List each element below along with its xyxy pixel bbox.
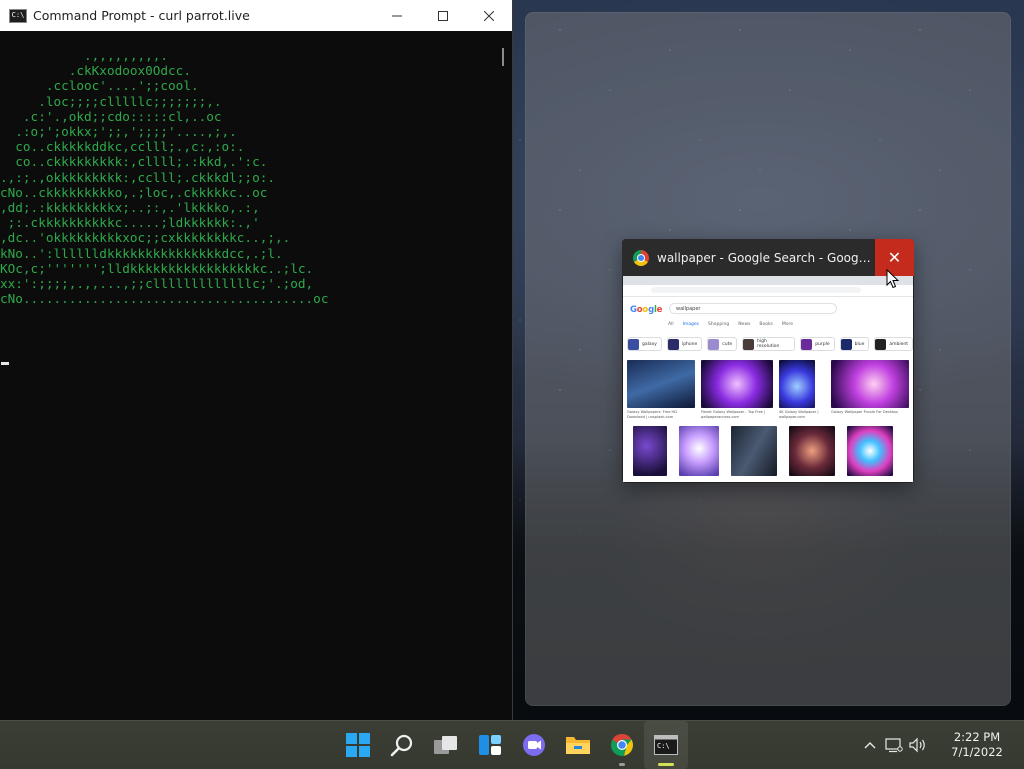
cmd-window-title: Command Prompt - curl parrot.live xyxy=(33,8,250,23)
mouse-cursor-icon xyxy=(886,269,900,289)
maximize-button[interactable] xyxy=(420,0,466,31)
preview-suggestion-chips: galaxy iphone cute high resolution purpl… xyxy=(627,337,913,351)
preview-tab: News xyxy=(738,322,751,327)
taskbar: C:\ 2:22 PM 7/1/2022 xyxy=(0,720,1024,769)
preview-image-result xyxy=(731,426,777,476)
preview-image-result xyxy=(633,426,667,476)
clock-time: 2:22 PM xyxy=(953,730,1001,744)
preview-tab: All xyxy=(668,322,674,327)
command-prompt-window[interactable]: C:\ Command Prompt - curl parrot.live .,… xyxy=(0,0,513,720)
console-cursor xyxy=(1,362,9,365)
search-icon xyxy=(390,734,413,757)
widgets-icon xyxy=(479,735,501,755)
preview-tab: More xyxy=(781,322,794,327)
close-icon xyxy=(484,10,494,21)
minimize-button[interactable] xyxy=(374,0,420,31)
running-indicator xyxy=(619,763,625,766)
cmd-scrollbar-thumb[interactable] xyxy=(502,48,504,66)
command-prompt-taskbar-button[interactable]: C:\ xyxy=(644,721,688,769)
cmd-titlebar[interactable]: C:\ Command Prompt - curl parrot.live xyxy=(0,0,512,31)
preview-tab: Books xyxy=(759,322,773,327)
start-button[interactable] xyxy=(336,721,380,769)
preview-image-result: Galaxy Wallpapers: Free HD Download | un… xyxy=(627,360,696,420)
maximize-icon xyxy=(438,10,448,21)
file-explorer-button[interactable] xyxy=(556,721,600,769)
preview-image-result xyxy=(847,426,893,476)
windows-logo-icon xyxy=(346,733,370,757)
widgets-button[interactable] xyxy=(468,721,512,769)
preview-search-tabs: All Images Shopping News Books More xyxy=(668,322,793,330)
google-logo: Google xyxy=(630,305,663,315)
snap-assist-chrome-window[interactable]: wallpaper - Google Search - Google C... … xyxy=(622,239,914,483)
cmd-scrollbar[interactable] xyxy=(496,31,512,720)
network-button[interactable] xyxy=(882,721,906,769)
snap-thumbnail-titlebar[interactable]: wallpaper - Google Search - Google C... … xyxy=(622,239,914,276)
preview-google-header: Google wallpaper xyxy=(627,300,911,318)
preview-image-result xyxy=(679,426,719,476)
network-icon xyxy=(885,738,903,753)
show-hidden-icons-button[interactable] xyxy=(858,721,882,769)
chrome-icon xyxy=(611,734,633,756)
close-button[interactable] xyxy=(466,0,512,31)
svg-text:C:\: C:\ xyxy=(657,742,670,750)
system-tray: 2:22 PM 7/1/2022 xyxy=(858,721,1024,769)
chevron-up-icon xyxy=(864,742,876,749)
snap-thumbnail-title: wallpaper - Google Search - Google C... xyxy=(657,250,873,265)
teams-chat-button[interactable] xyxy=(512,721,556,769)
folder-icon xyxy=(566,737,590,754)
clock-date: 7/1/2022 xyxy=(951,745,1003,759)
preview-image-result xyxy=(789,426,835,476)
preview-chip: galaxy xyxy=(627,337,662,351)
snap-thumbnail-preview[interactable]: Google wallpaper All Images Shopping New… xyxy=(623,276,913,482)
preview-image-result: Planet Galaxy Wallpaper - Top Free | wal… xyxy=(700,360,774,420)
cmd-console-output[interactable]: .,,,,,,,,,. .ckKxodoox0Odcc. .cclooc'...… xyxy=(0,31,496,720)
clock[interactable]: 2:22 PM 7/1/2022 xyxy=(940,730,1014,760)
preview-search-box: wallpaper xyxy=(669,303,837,314)
preview-tabstrip xyxy=(623,276,913,285)
preview-image-result: 4K Galaxy Wallpaper | wallpaper.com xyxy=(778,360,826,420)
preview-addressbar xyxy=(623,285,913,297)
speaker-icon xyxy=(909,737,925,753)
search-button[interactable] xyxy=(380,721,424,769)
teams-chat-icon xyxy=(523,734,545,756)
preview-tab-active: Images xyxy=(682,322,700,327)
volume-button[interactable] xyxy=(906,721,930,769)
chrome-icon xyxy=(633,249,649,266)
parrot-ascii-art: .,,,,,,,,,. .ckKxodoox0Odcc. .cclooc'...… xyxy=(0,48,329,307)
active-window-indicator xyxy=(658,763,674,766)
cmd-app-icon: C:\ xyxy=(9,8,27,23)
preview-chip: high resolution xyxy=(742,337,796,351)
cmd-window-controls xyxy=(374,0,512,31)
preview-chip: iphone xyxy=(666,337,703,351)
task-view-icon xyxy=(434,736,457,754)
preview-image-result: Galaxy Wallpaper Purple For Desktop xyxy=(830,360,909,420)
preview-chip: ambient xyxy=(874,337,913,351)
task-view-button[interactable] xyxy=(424,721,468,769)
chrome-taskbar-button[interactable] xyxy=(600,721,644,769)
command-prompt-icon: C:\ xyxy=(654,735,678,755)
preview-tab: Shopping xyxy=(708,322,730,327)
taskbar-apps: C:\ xyxy=(336,721,688,769)
preview-chip: blue xyxy=(839,337,870,351)
cmd-icon-label: C:\ xyxy=(11,11,25,19)
minimize-icon xyxy=(392,15,402,16)
preview-chip: purple xyxy=(800,337,835,351)
close-icon: ✕ xyxy=(887,248,902,267)
preview-image-grid: Galaxy Wallpapers: Free HD Download | un… xyxy=(627,360,909,476)
preview-chip: cute xyxy=(707,337,738,351)
